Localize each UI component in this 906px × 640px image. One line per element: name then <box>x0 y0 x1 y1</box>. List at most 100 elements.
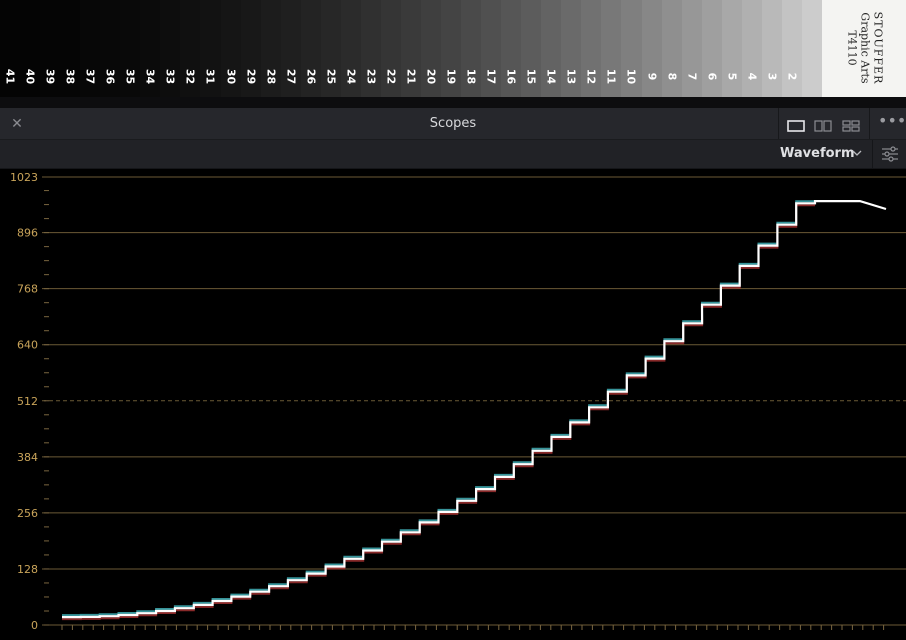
gray-step: 24 <box>340 0 361 97</box>
brand-name: STOUFFER <box>871 11 885 85</box>
step-number: 29 <box>244 68 258 85</box>
step-number: 35 <box>123 68 137 85</box>
step-number: 12 <box>584 68 598 85</box>
step-number: 10 <box>624 68 638 85</box>
step-wedge: 41 40 39 38 37 36 35 34 33 32 31 30 29 28 27 26 25 24 23 22… <box>0 0 822 97</box>
stouffer-logo: STOUFFER Graphic Arts T4110 <box>822 0 906 97</box>
y-tick-label: 128 <box>17 563 38 576</box>
layout-switcher <box>778 108 870 139</box>
step-number: 41 <box>3 68 17 85</box>
scopes-title-bar: ✕ Scopes ••• <box>0 108 906 140</box>
step-number: 21 <box>404 68 418 85</box>
single-view-icon[interactable] <box>787 117 805 132</box>
gray-step: 11 <box>601 0 622 97</box>
step-number: 34 <box>143 68 157 85</box>
waveform-plot: 1023 896 768 640 512 384 256 128 0 <box>10 171 906 632</box>
viewer-border <box>0 97 906 108</box>
step-number: 16 <box>504 68 518 85</box>
gray-step: 27 <box>280 0 301 97</box>
step-number: 9 <box>645 72 659 81</box>
y-tick-label: 384 <box>17 451 38 464</box>
y-tick-label: 0 <box>31 619 38 632</box>
gray-step: 41 <box>0 0 21 97</box>
step-number: 7 <box>685 72 699 81</box>
gray-step: 20 <box>420 0 442 97</box>
gray-step: 26 <box>300 0 321 97</box>
gray-step: 40 <box>20 0 41 97</box>
gray-step: 23 <box>360 0 381 97</box>
gray-step: 35 <box>120 0 141 97</box>
step-number: 6 <box>705 72 719 81</box>
step-number: 20 <box>424 68 438 85</box>
step-number: 39 <box>43 68 57 85</box>
gray-step: 7 <box>681 0 702 97</box>
step-number: 3 <box>765 72 779 81</box>
step-number: 4 <box>745 72 759 81</box>
brand-subtitle: Graphic Arts <box>858 12 872 84</box>
gray-step: 28 <box>260 0 281 97</box>
gray-step: 8 <box>661 0 682 97</box>
more-icon[interactable]: ••• <box>878 113 906 130</box>
gray-step: 36 <box>100 0 121 97</box>
step-number: 30 <box>224 68 238 85</box>
step-number: 32 <box>183 68 197 85</box>
step-number: 40 <box>23 68 37 85</box>
step-number: 19 <box>444 68 458 85</box>
gray-step: 39 <box>40 0 61 97</box>
step-number: 13 <box>564 68 578 85</box>
gray-step: 19 <box>441 0 462 97</box>
gray-step: 31 <box>200 0 221 97</box>
gray-step: 5 <box>721 0 742 97</box>
gray-step: 18 <box>461 0 482 97</box>
gray-step: 12 <box>581 0 602 97</box>
waveform-trace-red <box>62 204 815 621</box>
chevron-down-icon <box>852 150 862 156</box>
step-number: 33 <box>163 68 177 85</box>
step-number: 2 <box>785 72 799 81</box>
step-number: 8 <box>665 72 679 81</box>
step-number: 14 <box>544 68 558 85</box>
gray-step: 9 <box>641 0 662 97</box>
gray-step: 34 <box>140 0 161 97</box>
y-tick-label: 256 <box>17 507 38 520</box>
gray-step: 32 <box>180 0 201 97</box>
scope-mode-select[interactable]: Waveform <box>776 145 866 163</box>
step-number: 5 <box>725 72 739 81</box>
gray-step: 2 <box>781 0 802 97</box>
gray-step: 22 <box>380 0 401 97</box>
y-tick-label: 896 <box>17 227 38 240</box>
gray-step: 14 <box>541 0 562 97</box>
dual-view-icon[interactable] <box>814 117 832 132</box>
scope-mode-label: Waveform <box>780 146 855 161</box>
gray-step: 6 <box>701 0 722 97</box>
step-number: 11 <box>604 68 618 85</box>
y-tick-label: 512 <box>17 395 38 408</box>
gray-step: 16 <box>501 0 522 97</box>
step-number: 15 <box>524 68 538 85</box>
brand-model: T4110 <box>845 30 859 66</box>
step-number: 17 <box>484 68 498 85</box>
step-number: 18 <box>464 68 478 85</box>
gray-step: 30 <box>220 0 241 97</box>
waveform-trace-cyan <box>62 200 815 617</box>
gray-step: 13 <box>561 0 582 97</box>
step-number: 25 <box>324 68 338 85</box>
step-number: 27 <box>284 68 298 85</box>
gray-step: 3 <box>761 0 782 97</box>
y-tick-label: 1023 <box>10 171 38 184</box>
gray-step: 38 <box>60 0 81 97</box>
gray-step: 33 <box>160 0 181 97</box>
sliders-icon[interactable] <box>872 140 906 168</box>
step-number: 23 <box>364 68 378 85</box>
gray-step: 10 <box>621 0 642 97</box>
quad-view-icon[interactable] <box>842 117 860 132</box>
gray-step: 29 <box>240 0 261 97</box>
gray-step <box>801 0 822 97</box>
step-number: 26 <box>304 68 318 85</box>
step-number: 22 <box>384 68 398 85</box>
panel-title: Scopes <box>429 116 477 131</box>
scopes-toolbar: Waveform <box>0 140 906 169</box>
step-number: 31 <box>203 68 217 85</box>
waveform-trace <box>62 200 887 619</box>
gray-step: 4 <box>741 0 762 97</box>
